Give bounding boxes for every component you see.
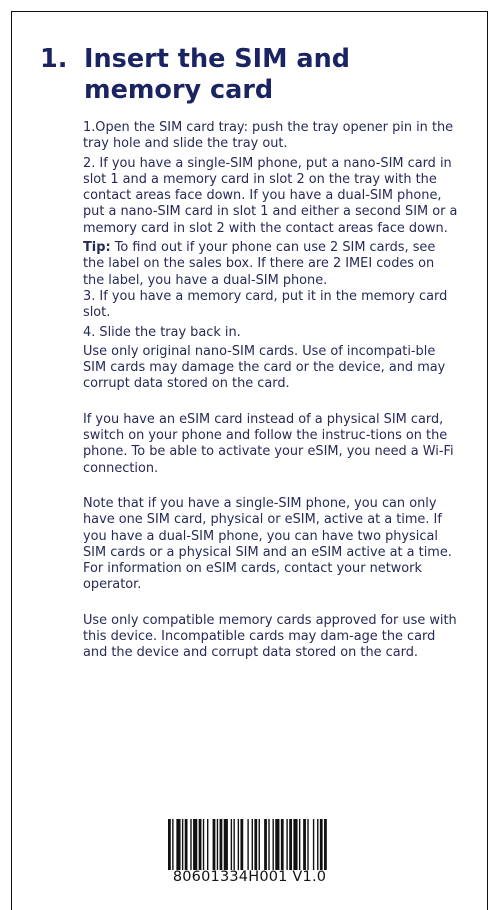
barcode-bar [280,819,284,870]
step-3: 3. If you have a memory card, put it in … [83,288,448,321]
section-number: 1. [40,44,68,74]
step-1: 1.Open the SIM card tray: push the tray … [83,120,454,152]
barcode-bar [216,819,219,870]
barcode-bar [275,819,280,870]
barcode-bar [254,819,258,870]
barcode-bar [258,819,260,870]
section-heading: 1. Insert the SIM and memory card [40,44,460,106]
barcode-bar [202,819,205,870]
barcode-bar [312,819,315,870]
barcode-bar [289,819,292,870]
section-title: Insert the SIM and memory card [84,44,350,105]
barcode-bar [219,819,223,870]
barcode-bar [251,819,253,870]
barcode-bar [172,819,174,870]
step-2: 2. If you have a single-SIM phone, put a… [83,155,458,236]
barcode-bar [307,819,309,870]
barcode-label: 80601334H001 V1.0 [172,869,327,885]
barcode-bar [272,819,274,870]
sim-compatibility-note: Use only original nano-SIM cards. Use of… [83,343,446,392]
barcode-bar [324,819,327,870]
barcode-bar [240,819,244,870]
instructions-body: 1.Open the SIM card tray: push the tray … [83,120,458,662]
barcode-bar [184,819,188,870]
barcode: 80601334H001 V1.0 [168,819,331,885]
barcode-bar [286,819,288,870]
barcode-bar [176,819,181,870]
barcode-bar [193,819,198,870]
barcode-bar [303,819,306,870]
barcode-bar [298,819,301,870]
barcode-bar [181,819,184,870]
memory-card-note: Use only compatible memory cards approve… [83,612,457,661]
barcode-bar [268,819,270,870]
esim-note: If you have an eSIM card instead of a ph… [83,411,454,476]
barcode-bar [223,819,228,870]
step-4: 4. Slide the tray back in. [83,324,241,340]
barcode-bar [293,819,298,870]
barcode-bar [207,819,209,870]
barcode-bar [230,819,233,870]
barcode-bar [247,819,249,870]
single-dual-sim-note: Note that if you have a single-SIM phone… [83,495,452,593]
barcode-bar [317,819,319,870]
barcode-bar [264,819,267,870]
barcode-image [168,819,327,870]
barcode-bar [198,819,202,870]
barcode-bar [319,819,323,870]
barcode-bar [190,819,192,870]
barcode-bar [212,819,216,870]
tip-paragraph: Tip: To find out if your phone can use 2… [83,240,458,289]
barcode-bar [233,819,235,870]
barcode-bar [237,819,240,870]
tip-label: Tip: [83,240,111,256]
barcode-bar [168,819,171,870]
tip-text: To find out if your phone can use 2 SIM … [83,240,436,288]
